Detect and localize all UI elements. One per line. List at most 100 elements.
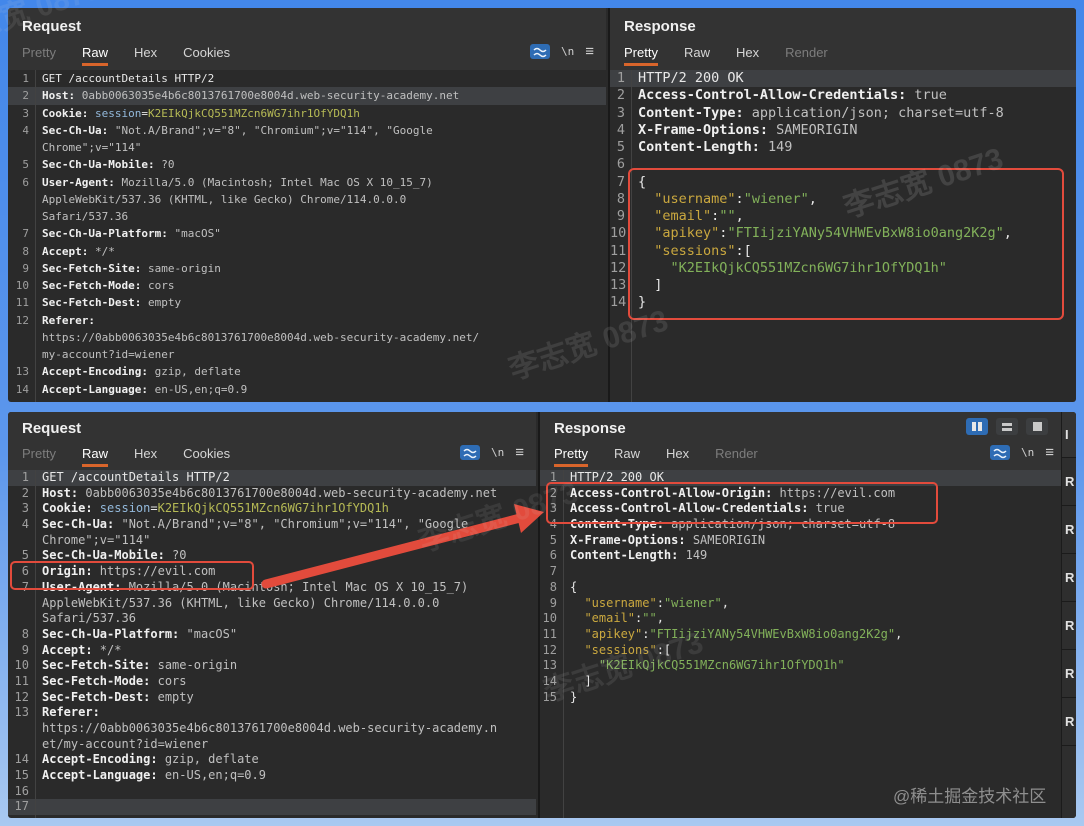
editor-line: 14 Accept-Encoding: gzip, deflate — [8, 752, 536, 768]
line-number: 15 — [8, 398, 35, 402]
editor-line: 9 "email":"", — [610, 208, 1076, 225]
single-pane-icon[interactable] — [1026, 418, 1048, 435]
editor-line: 1 GET /accountDetails HTTP/2 — [8, 70, 606, 87]
response-editor[interactable]: 1 HTTP/2 200 OK 2 Access-Control-Allow-Orig… — [540, 470, 1064, 818]
line-number: 8 — [22, 244, 29, 258]
menu-icon[interactable]: ≡ — [1045, 445, 1054, 460]
inspector-header[interactable]: I — [1062, 412, 1076, 458]
panel-title: Request — [22, 420, 82, 437]
newline-icon[interactable]: \n — [1021, 446, 1034, 459]
split-rows-icon[interactable] — [996, 418, 1018, 435]
inspector-section[interactable]: R — [1062, 458, 1076, 506]
editor-line: 11 Sec-Fetch-Dest: empty — [8, 294, 606, 311]
editor-line: 11 "apikey":"FTIijziYANy54VHWEvBxW8io0an… — [540, 627, 1064, 643]
editor-line: 7{ — [610, 174, 1076, 191]
request-editor[interactable]: 1 GET /accountDetails HTTP/2 2 Host: 0abb00… — [8, 70, 606, 402]
tab-pretty[interactable]: Pretty — [22, 446, 56, 467]
newline-icon[interactable]: \n — [491, 446, 504, 459]
inspector-section[interactable]: R — [1062, 602, 1076, 650]
line-number — [8, 611, 35, 627]
wrap-lines-icon[interactable] — [459, 445, 480, 460]
editor-line: 5 Sec-Ch-Ua-Mobile: ?0 — [8, 156, 606, 173]
tab-cookies[interactable]: Cookies — [183, 45, 230, 66]
tab-hex[interactable]: Hex — [666, 446, 689, 467]
editor-line: 7 User-Agent: Mozilla/5.0 (Macintosh; Int… — [8, 580, 536, 596]
editor-toolbar-icons: \n ≡ — [529, 44, 594, 59]
tab-raw[interactable]: Raw — [81, 446, 108, 467]
tab-render[interactable]: Render — [715, 446, 758, 467]
request-panel-header: Request Pretty Raw Hex Cookies \n ≡ — [8, 8, 606, 70]
editor-line: 13 "K2EIkQjkCQ551MZcn6WG7ihr1OfYDQ1h" — [540, 658, 1064, 674]
tab-hex[interactable]: Hex — [134, 45, 157, 66]
request-editor[interactable]: 1 GET /accountDetails HTTP/2 2 Host: 0abb00… — [8, 470, 536, 818]
line-number — [8, 737, 35, 753]
editor-line: 12 Referer: — [8, 312, 606, 329]
editor-line: 8 "username":"wiener", — [610, 191, 1076, 208]
request-panel: Request Pretty Raw Hex Cookies \n ≡ 1 GET… — [8, 8, 606, 402]
editor-line: 11 "sessions":[ — [610, 242, 752, 259]
wrap-lines-icon[interactable] — [529, 44, 550, 59]
tab-raw[interactable]: Raw — [684, 45, 710, 66]
menu-icon[interactable]: ≡ — [515, 445, 524, 460]
line-number: 15 — [14, 768, 29, 783]
wrap-lines-icon[interactable] — [989, 445, 1010, 460]
line-number: 5 — [21, 548, 29, 563]
inspector-section[interactable]: R — [1062, 698, 1076, 746]
editor-line: 1 GET /accountDetails HTTP/2 — [8, 470, 536, 486]
line-number: 7 — [21, 579, 29, 594]
message-editor-tabs: Pretty Raw Hex Cookies — [22, 45, 230, 66]
menu-icon[interactable]: ≡ — [585, 44, 594, 59]
response-editor[interactable]: 1 HTTP/2 200 OK 2 Access-Control-Allow-Cred… — [610, 70, 1076, 402]
line-number: 4 — [21, 517, 29, 532]
editor-line: 13 Referer: — [8, 705, 536, 721]
editor-line: 9 Accept: */* — [8, 643, 536, 659]
editor-line: 14} — [610, 294, 647, 311]
response-panel-header: Response Pretty Raw Hex Render — [610, 8, 1076, 70]
inspector-section[interactable]: R — [1062, 650, 1076, 698]
editor-toolbar-icons: \n ≡ — [989, 445, 1054, 460]
inspector-section[interactable]: R — [1062, 506, 1076, 554]
line-number — [8, 139, 35, 156]
editor-line: 3 Cookie: session=K2EIkQjkCQ551MZcn6WG7ih… — [8, 105, 606, 122]
editor-line: Chrome";v="114" — [8, 139, 606, 156]
split-columns-icon[interactable] — [966, 418, 988, 435]
line-number — [8, 346, 35, 363]
editor-line: 5 X-Frame-Options: SAMEORIGIN — [540, 533, 1064, 549]
editor-line: 2 Host: 0abb0063035e4b6c8013761700e8004d.… — [8, 486, 536, 502]
tab-pretty[interactable]: Pretty — [554, 446, 588, 467]
tab-pretty[interactable]: Pretty — [624, 45, 658, 66]
editor-line: 9 Sec-Fetch-Site: same-origin — [8, 260, 606, 277]
editor-line: 12 "sessions":[ — [540, 643, 1064, 659]
inspector-section[interactable]: R — [1062, 554, 1076, 602]
editor-line: 4 Sec-Ch-Ua: "Not.A/Brand";v="8", "Chromi… — [8, 122, 606, 139]
line-number: 14 — [542, 673, 557, 688]
editor-line: 4 X-Frame-Options: SAMEORIGIN — [610, 122, 1076, 139]
editor-line: 8 Accept: */* — [8, 243, 606, 260]
line-number: 4 — [616, 121, 625, 138]
tab-hex[interactable]: Hex — [736, 45, 759, 66]
newline-icon[interactable]: \n — [561, 45, 574, 58]
inspector-collapsed-strip: IRRRRRR — [1061, 412, 1076, 818]
line-number: 3 — [549, 501, 557, 516]
bottom-screenshot: Request Pretty Raw Hex Cookies \n ≡ 1 GET… — [8, 412, 1076, 818]
line-number — [8, 721, 35, 737]
burp-repeater-screenshots: Request Pretty Raw Hex Cookies \n ≡ 1 GET… — [0, 0, 1084, 826]
line-number: 9 — [22, 261, 29, 275]
editor-line: 3 Content-Type: application/json; charset… — [610, 105, 1076, 122]
tab-hex[interactable]: Hex — [134, 446, 157, 467]
line-number: 13 — [15, 365, 29, 379]
editor-line: 12 Sec-Fetch-Dest: empty — [8, 690, 536, 706]
line-number: 2 — [616, 87, 625, 104]
line-number: 11 — [610, 242, 627, 259]
editor-line: 10 Sec-Fetch-Mode: cors — [8, 277, 606, 294]
editor-line: 14 Accept-Language: en-US,en;q=0.9 — [8, 381, 606, 398]
message-editor-tabs: Pretty Raw Hex Render — [624, 45, 828, 66]
line-number: 12 — [15, 313, 29, 327]
tab-pretty[interactable]: Pretty — [22, 45, 56, 66]
tab-cookies[interactable]: Cookies — [183, 446, 230, 467]
tab-render[interactable]: Render — [785, 45, 828, 66]
line-number: 10 — [14, 658, 29, 673]
tab-raw[interactable]: Raw — [81, 45, 108, 66]
line-number: 11 — [15, 296, 29, 310]
tab-raw[interactable]: Raw — [614, 446, 640, 467]
